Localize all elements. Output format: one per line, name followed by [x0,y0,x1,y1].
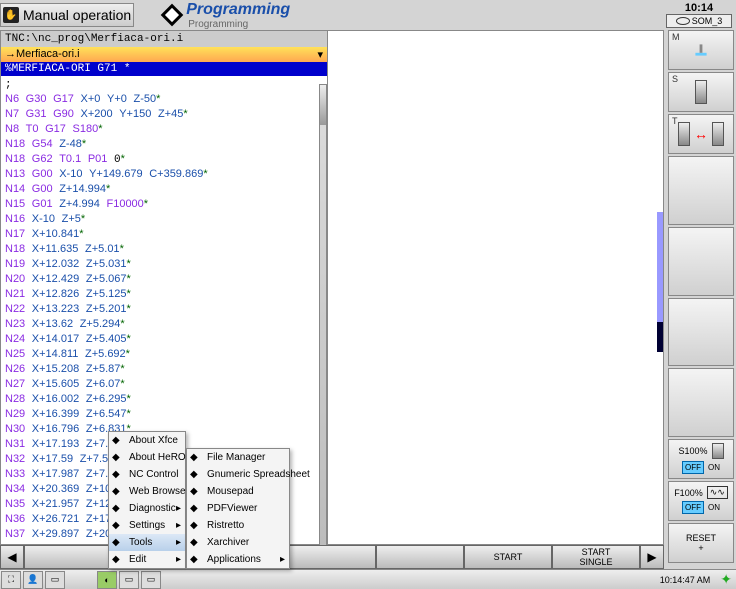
menu-item-xarchiver[interactable]: ◆Xarchiver [187,534,289,551]
softkey-4[interactable] [288,545,376,569]
mode-right-title: Programming [186,1,290,19]
t-button[interactable]: T ↔ [668,114,734,154]
scrollbar-thumb[interactable] [320,85,326,125]
file-path: TNC:\nc_prog\Merfiaca-ori.i [1,31,327,47]
main-area: TNC:\nc_prog\Merfiaca-ori.i →Merfiaca-or… [0,30,664,545]
menu-item-mousepad[interactable]: ◆Mousepad [187,483,289,500]
s100-label: S100% [678,446,707,456]
spindle-small-icon [712,443,724,459]
taskbar-time: 10:14:47 AM [654,575,717,585]
diamond-icon [161,4,184,27]
f100-label: F100% [674,488,703,498]
m-button[interactable]: M [668,30,734,70]
spindle-icon [695,80,707,104]
menu-button[interactable]: ◐ [97,571,117,589]
rail-spacer-4 [668,368,734,437]
top-right-status: 10:14 SOM_3 [666,2,732,28]
tool-exchange-icon: ↔ [678,122,724,146]
menu-item-diagnostic[interactable]: ◆Diagnostic▸ [109,500,185,517]
collapse-icon[interactable]: ▾ [317,48,323,61]
s-button[interactable]: S [668,72,734,112]
context-menu-main[interactable]: ◆About Xfce◆About HeROS◆NC Control◆Web B… [108,431,186,569]
program-header-line[interactable]: %MERFIACA-ORI G71 * [1,62,327,76]
hand-icon: ✋ [3,7,19,23]
menu-item-settings[interactable]: ◆Settings▸ [109,517,185,534]
menu-item-web-browser[interactable]: ◆Web Browser [109,483,185,500]
menu-item-about-xfce[interactable]: ◆About Xfce [109,432,185,449]
right-rail: M S T ↔ S100% OFF ON F100% ∿∿ OFF ON RESET… [666,28,736,565]
menu-item-about-heros[interactable]: ◆About HeROS [109,449,185,466]
softkey-5[interactable] [376,545,464,569]
context-menu-tools[interactable]: ◆File Manager◆Gnumeric Spreadsheet◆Mouse… [186,448,290,569]
task-app-2[interactable]: ▭ [141,571,161,589]
som-label: SOM_3 [692,16,723,26]
reset-button[interactable]: RESET + [668,523,734,563]
wave-icon: ∿∿ [707,486,728,499]
f-off-badge[interactable]: OFF [682,501,704,514]
f-on-label[interactable]: ON [708,503,720,512]
task-btn-1[interactable]: ⛶ [1,571,21,589]
file-header-name: →Merfiaca-ori.i [5,48,80,61]
nav-next-button[interactable]: ▶ [640,545,664,569]
rail-spacer-1 [668,156,734,225]
menu-item-gnumeric-spreadsheet[interactable]: ◆Gnumeric Spreadsheet [187,466,289,483]
preview-pane[interactable] [328,31,663,544]
menu-item-pdfviewer[interactable]: ◆PDFViewer [187,500,289,517]
loop-icon [676,17,690,25]
menu-item-nc-control[interactable]: ◆NC Control [109,466,185,483]
f100-button[interactable]: F100% ∿∿ OFF ON [668,481,734,521]
softkey-start-single[interactable]: START SINGLE [552,545,640,569]
s-off-badge[interactable]: OFF [682,461,704,474]
taskbar: ⛶ 👤 ▭ ◐ ▭ ▭ 10:14:47 AM ✦ [0,569,736,589]
editor-scrollbar[interactable] [319,84,327,560]
mode-left-label: Manual operation [23,7,131,23]
top-bar: ✋ Manual operation Programming Programmi… [0,0,736,30]
softkey-start[interactable]: START [464,545,552,569]
right-slider[interactable] [657,212,663,342]
softkey-bar: ◀ FIND START START SINGLE ▶ [0,545,664,569]
s100-button[interactable]: S100% OFF ON [668,439,734,479]
menu-item-tools[interactable]: ◆Tools▸ [109,534,185,551]
mode-manual-operation[interactable]: ✋ Manual operation [0,3,134,27]
clock: 10:14 [666,2,732,14]
task-app-1[interactable]: ▭ [119,571,139,589]
menu-item-edit[interactable]: ◆Edit▸ [109,551,185,568]
mode-right-subtitle: Programming [188,19,290,30]
running-icon: ✦ [716,571,736,588]
rail-spacer-3 [668,298,734,367]
s-on-label[interactable]: ON [708,463,720,472]
softkey-1[interactable] [24,545,112,569]
task-btn-2[interactable]: 👤 [23,571,43,589]
file-header: →Merfiaca-ori.i ▾ [1,47,327,62]
menu-item-ristretto[interactable]: ◆Ristretto [187,517,289,534]
som-indicator[interactable]: SOM_3 [666,14,732,28]
nav-prev-button[interactable]: ◀ [0,545,24,569]
machine-icon [694,43,708,57]
slider-mark [657,322,663,352]
mode-programming[interactable]: Programming Programming [164,1,290,30]
rail-spacer-2 [668,227,734,296]
menu-item-file-manager[interactable]: ◆File Manager [187,449,289,466]
menu-item-applications[interactable]: ◆Applications▸ [187,551,289,568]
task-btn-3[interactable]: ▭ [45,571,65,589]
